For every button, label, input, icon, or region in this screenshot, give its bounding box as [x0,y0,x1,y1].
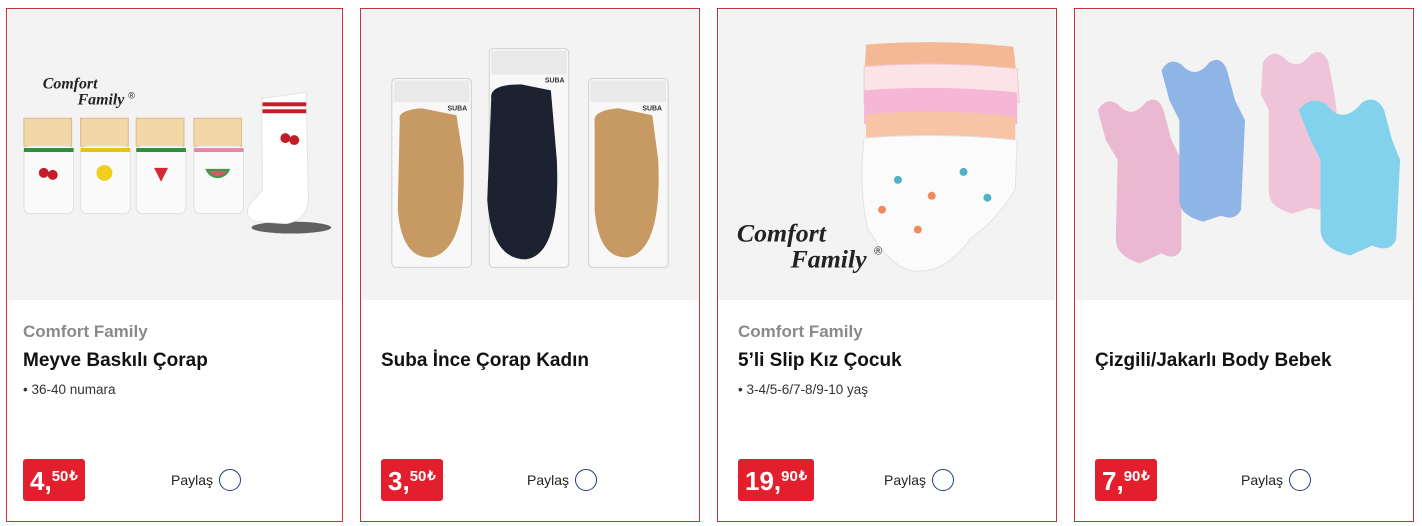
product-brand: Comfort Family [738,322,863,341]
price-badge: 4, 50 ₺ [23,459,85,501]
socks-fruit-image: Comfort Family ® [23,75,332,234]
product-image[interactable] [1076,10,1412,300]
share-label: Paylaş [1241,472,1284,488]
price-integer: 7, [1102,466,1124,496]
share-circle-icon[interactable] [932,469,955,491]
share-circle-icon[interactable] [219,469,242,491]
package-label: SUBA [642,105,662,112]
share-label: Paylaş [527,472,570,488]
product-brand: Comfort Family [23,322,148,341]
sock-package: SUBA [588,77,669,268]
product-image[interactable]: Comfort Family ® [719,10,1055,300]
image-brand-mark: ® [128,90,135,100]
sock-pack [135,117,187,215]
share-label: Paylaş [171,472,214,488]
share-button[interactable]: Paylaş [884,469,955,491]
package-label: SUBA [447,105,467,112]
product-detail: • 3-4/5-6/7-8/9-10 yaş [738,382,869,397]
image-brand-line2: Family [790,244,868,273]
product-title[interactable]: Meyve Baskılı Çorap [23,350,208,372]
sock-pack [80,117,131,215]
share-button[interactable]: Paylaş [171,469,242,491]
currency-symbol: ₺ [1141,468,1150,483]
price-badge: 3, 50 ₺ [381,459,443,501]
product-detail: • 36-40 numara [23,382,116,397]
price-decimal: 50 [51,468,69,485]
share-circle-icon[interactable] [1289,469,1312,491]
product-title[interactable]: 5’li Slip Kız Çocuk [738,350,902,372]
currency-symbol: ₺ [69,468,78,483]
price-decimal: 90 [1123,468,1141,485]
currency-symbol: ₺ [427,468,436,483]
product-title[interactable]: Çizgili/Jakarlı Body Bebek [1095,350,1332,372]
image-brand-line2: Family [77,91,126,108]
currency-symbol: ₺ [798,468,808,483]
package-label: SUBA [545,77,565,84]
product-title[interactable]: Suba İnce Çorap Kadın [381,350,589,372]
suba-socks-image: SUBA SUBA SUBA [391,48,669,268]
slip-stack [861,42,1020,272]
kids-slip-image: Comfort Family ® [737,42,1020,273]
sock-pack [23,117,75,215]
price-badge: 7, 90 ₺ [1095,459,1157,501]
image-brand-line1: Comfort [43,75,98,92]
baby-body-image [1097,51,1401,264]
product-image[interactable]: SUBA SUBA SUBA [362,10,698,300]
sock-package: SUBA [487,48,570,268]
price-badge: 19, 90 ₺ [738,459,815,501]
product-card[interactable]: SUBA SUBA SUBA Suba İnce Çorap Kadın 3, … [360,8,700,522]
image-brand-mark: ® [874,245,882,257]
price-integer: 3, [388,466,410,496]
product-card[interactable]: Çizgili/Jakarlı Body Bebek 7, 90 ₺ Payla… [1074,8,1414,522]
sock-standing [247,91,332,234]
price-integer: 19, [745,466,782,496]
product-image[interactable]: Comfort Family ® [8,10,341,300]
product-card[interactable]: Comfort Family ® Comfort Family 5’li Sli… [717,8,1057,522]
image-brand-line1: Comfort [737,218,827,247]
sock-package: SUBA [391,77,472,268]
product-card[interactable]: Comfort Family ® Comfort Family Meyve Ba… [6,8,343,522]
price-decimal: 90 [781,468,798,485]
share-circle-icon[interactable] [575,469,598,491]
share-button[interactable]: Paylaş [1241,469,1312,491]
price-decimal: 50 [409,468,427,485]
share-button[interactable]: Paylaş [527,469,598,491]
sock-pack [193,117,245,215]
share-label: Paylaş [884,472,927,488]
price-integer: 4, [30,466,52,496]
